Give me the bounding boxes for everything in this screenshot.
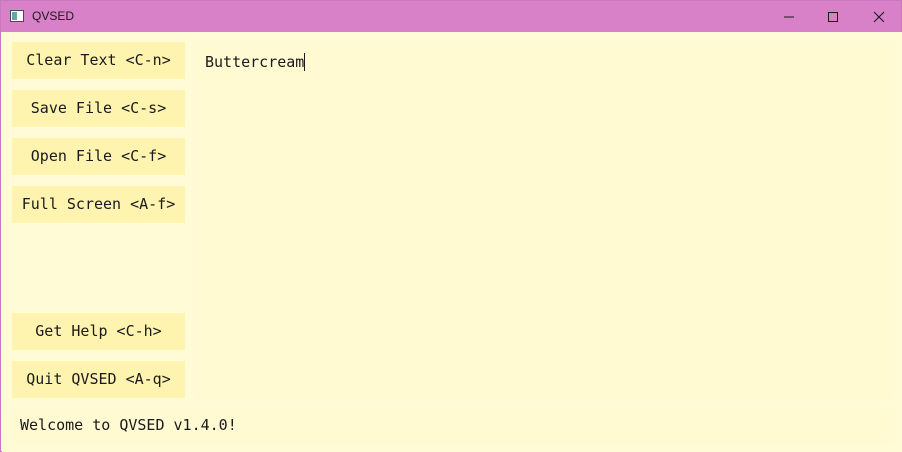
minimize-button[interactable] bbox=[766, 1, 812, 32]
main-content: Clear Text <C-n> Save File <C-s> Open Fi… bbox=[2, 32, 902, 452]
minimize-icon bbox=[784, 16, 794, 17]
window-title: QVSED bbox=[32, 9, 75, 23]
close-button[interactable] bbox=[856, 1, 902, 32]
editor-text: Buttercream bbox=[205, 53, 305, 71]
get-help-button[interactable]: Get Help <C-h> bbox=[12, 313, 185, 350]
open-file-button[interactable]: Open File <C-f> bbox=[12, 138, 185, 175]
app-window: QVSED Clear Text <C-n> Save File <C-s> O… bbox=[0, 0, 902, 452]
app-window-icon bbox=[10, 10, 24, 22]
maximize-icon bbox=[828, 11, 838, 22]
title-bar[interactable]: QVSED bbox=[1, 1, 901, 32]
maximize-button[interactable] bbox=[810, 1, 856, 32]
close-icon bbox=[873, 11, 885, 22]
save-file-button[interactable]: Save File <C-s> bbox=[12, 90, 185, 127]
app-window-icon-accent bbox=[12, 12, 17, 20]
text-editor[interactable]: Buttercream bbox=[194, 42, 894, 399]
status-bar: Welcome to QVSED v1.4.0! bbox=[12, 407, 894, 444]
status-message: Welcome to QVSED v1.4.0! bbox=[20, 416, 237, 434]
quit-button[interactable]: Quit QVSED <A-q> bbox=[12, 361, 185, 398]
full-screen-button[interactable]: Full Screen <A-f> bbox=[12, 186, 185, 223]
clear-text-button[interactable]: Clear Text <C-n> bbox=[12, 42, 185, 79]
text-caret bbox=[304, 53, 306, 71]
